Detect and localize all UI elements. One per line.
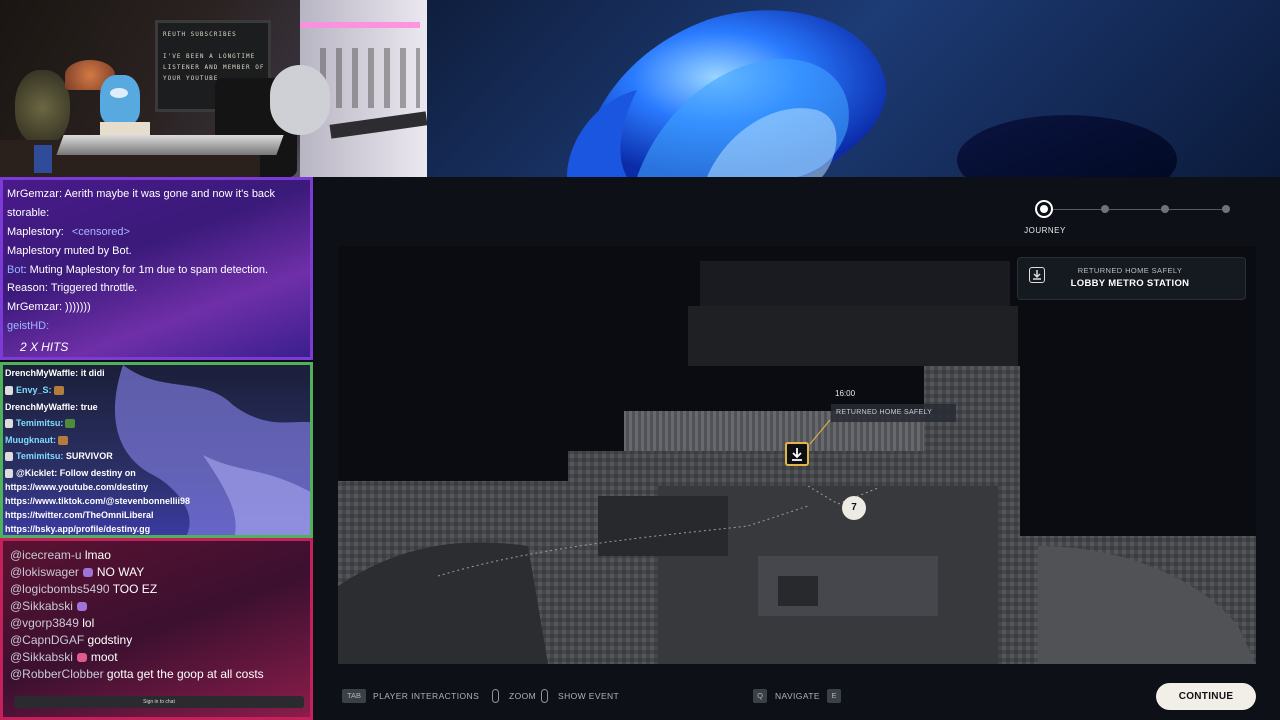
chat-line: Maplestory: <censored>	[7, 226, 130, 238]
emote-icon	[76, 602, 87, 612]
chat-link[interactable]: https://www.tiktok.com/@stevenbonnellii9…	[5, 496, 190, 506]
timeline-track	[1044, 209, 1226, 210]
badge-icon	[5, 469, 13, 479]
chat-line: @CapnDGAF godstiny	[10, 633, 133, 647]
chat-line: DrenchMyWaffle: it didi	[5, 368, 105, 378]
event-card-subtitle: RETURNED HOME SAFELY	[1077, 266, 1183, 275]
chat-line: Envy_S:	[5, 385, 64, 396]
webcam-rack	[320, 48, 420, 108]
webcam-plant	[15, 70, 70, 145]
emote-icon	[65, 419, 76, 429]
emote-icon	[53, 386, 64, 396]
chat-line: Bot: Muting Maplestory for 1m due to spa…	[7, 264, 269, 276]
continue-button[interactable]: CONTINUE	[1156, 683, 1256, 710]
navigate-hint[interactable]: NAVIGATE	[775, 691, 820, 701]
e-key: E	[827, 689, 841, 703]
webcam-microphone	[270, 65, 330, 135]
chat-line: storable:	[7, 207, 50, 219]
chat-line: @Sikkabski	[10, 599, 91, 613]
chat-line: @lokiswager NO WAY	[10, 565, 145, 579]
zoom-hint[interactable]: ZOOM	[509, 691, 536, 701]
chat-line: Maplestory muted by Bot.	[7, 245, 132, 257]
marker-time: 16:00	[835, 389, 856, 398]
chat-line: @icecream-u lmao	[10, 548, 111, 562]
q-key: Q	[753, 689, 767, 703]
chat-line: Temimitsu: SURVIVOR	[5, 451, 113, 462]
webcam-figure	[100, 75, 140, 125]
webcam-can	[34, 145, 52, 173]
chat-line: Temimitsu:	[5, 418, 76, 429]
chat-line: @logicbombs5490 TOO EZ	[10, 582, 158, 596]
webcam-light-strip	[300, 22, 420, 28]
timeline-node[interactable]	[1161, 205, 1169, 213]
chat-line: Reason: Triggered throttle.	[7, 282, 138, 294]
chat-line: MrGemzar: )))))))	[7, 301, 91, 313]
emote-icon	[58, 436, 68, 446]
chat-line: MrGemzar: Aerith maybe it was gone and n…	[7, 188, 276, 200]
chat-line: geistHD:	[7, 320, 50, 332]
chat-line: @Sikkabski moot	[10, 650, 118, 664]
extract-marker-icon[interactable]	[785, 442, 809, 466]
chat-line: @RobberClobber gotta get the goop at all…	[10, 667, 264, 681]
timeline-node-journey-dot	[1040, 205, 1048, 213]
marker-label: RETURNED HOME SAFELY	[831, 404, 956, 422]
chat-line: 2 X HITS	[20, 340, 69, 354]
chat-link[interactable]: https://www.youtube.com/destiny	[5, 482, 148, 492]
player-interactions-hint[interactable]: PLAYER INTERACTIONS	[373, 691, 479, 701]
badge-icon	[5, 452, 13, 462]
webcam-keyboard	[56, 135, 284, 155]
badge-icon	[5, 419, 13, 429]
mouse-click-icon	[541, 689, 548, 703]
show-event-hint[interactable]: SHOW EVENT	[558, 691, 619, 701]
mouse-scroll-icon	[492, 689, 499, 703]
chat-link[interactable]: https://twitter.com/TheOmniLiberal	[5, 510, 154, 520]
extract-icon	[1029, 267, 1045, 283]
webcam-overlay: REUTH SUBSCRIBES I'VE BEEN A LONGTIME LI…	[0, 0, 427, 177]
badge-icon	[5, 386, 13, 396]
chat-line: @vgorp3849 lol	[10, 616, 95, 630]
sign-in-button[interactable]: Sign in to chat	[14, 696, 304, 708]
chat-line: DrenchMyWaffle: true	[5, 402, 98, 412]
chat-line: @Kicklet: Follow destiny on	[5, 468, 136, 479]
webcam-figure-face	[110, 88, 128, 98]
tab-key: TAB	[342, 689, 366, 703]
desktop-wallpaper	[427, 0, 1280, 177]
chat-line: Muugknaut:	[5, 435, 68, 446]
marker-count-badge[interactable]: 7	[842, 496, 866, 520]
emote-icon	[76, 653, 87, 663]
timeline-label-journey: JOURNEY	[1024, 226, 1066, 235]
chat-link[interactable]: https://bsky.app/profile/destiny.gg	[5, 524, 150, 534]
bloom-wallpaper-art	[567, 10, 1177, 177]
event-card-title: LOBBY METRO STATION	[1070, 278, 1190, 289]
emote-icon	[82, 568, 93, 578]
timeline-node[interactable]	[1222, 205, 1230, 213]
timeline-node[interactable]	[1101, 205, 1109, 213]
